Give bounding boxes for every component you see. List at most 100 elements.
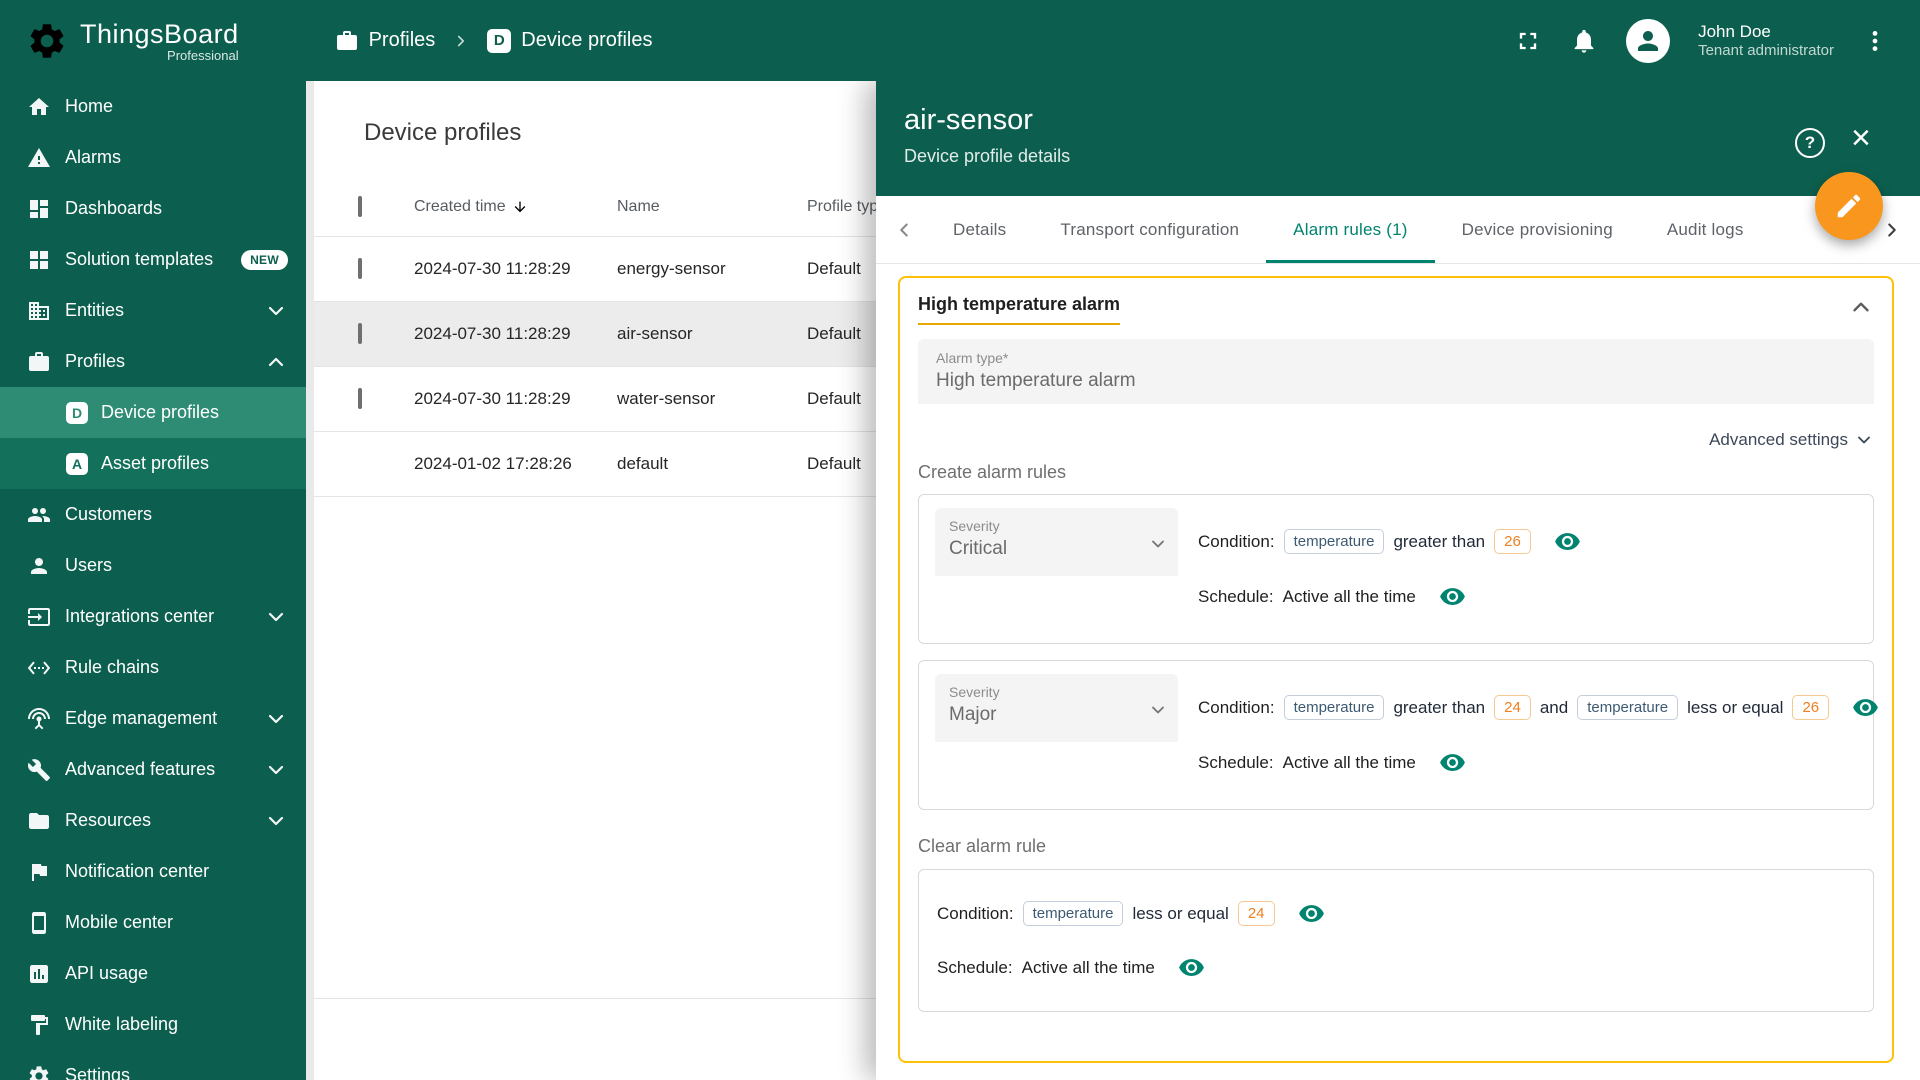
kebab-menu-button[interactable] [1862,28,1888,54]
help-button[interactable]: ? [1795,128,1825,158]
alarm-type-field[interactable]: Alarm type* High temperature alarm [918,339,1874,404]
row-checkbox[interactable] [358,323,362,344]
column-created-time[interactable]: Created time [414,198,617,216]
sidebar-item-entities[interactable]: Entities [0,285,306,336]
severity-value: Critical [949,538,1008,559]
sidebar-item-profiles[interactable]: Profiles [0,336,306,387]
operator-text: greater than [1393,697,1486,717]
sidebar-item-users[interactable]: Users [0,540,306,591]
sidebar-item-label: Edge management [65,708,218,728]
sidebar-item-label: Customers [65,504,153,524]
tab-alarm-rules[interactable]: Alarm rules (1) [1266,196,1436,263]
cell-created: 2024-07-30 11:28:29 [414,324,571,343]
sidebar-item-label: Home [65,96,114,116]
select-all-checkbox[interactable] [358,195,362,217]
tab-details[interactable]: Details [926,196,1033,263]
advanced-settings-toggle[interactable]: Advanced settings [918,430,1874,450]
schedule-row: Schedule: Active all the time [1198,749,1857,776]
drawer-body: High temperature alarm Alarm type* High … [876,264,1920,1063]
sidebar-item-device-profiles[interactable]: D Device profiles [0,387,306,438]
sidebar-scrollbar[interactable] [306,81,314,1080]
table-row[interactable]: 2024-07-30 11:28:29 water-sensor Default [314,367,876,432]
schedule-value: Active all the time [1282,586,1416,606]
view-schedule-button[interactable] [1439,749,1466,776]
sidebar-item-label: Integrations center [65,606,215,626]
row-checkbox[interactable] [358,388,362,409]
chevron-down-icon [264,299,288,323]
column-profile-type[interactable]: Profile type [807,198,876,216]
user-role: Tenant administrator [1698,41,1834,59]
sidebar-item-rule-chains[interactable]: Rule chains [0,642,306,693]
sidebar-item-solution-templates[interactable]: Solution templates NEW [0,234,306,285]
sidebar-item-mobile-center[interactable]: Mobile center [0,897,306,948]
collapse-button[interactable] [1848,294,1874,323]
close-icon[interactable]: × [1851,121,1871,155]
cell-type: Default [807,454,861,473]
sidebar-item-settings[interactable]: Settings [0,1050,306,1080]
create-alarm-rules-label: Create alarm rules [918,462,1067,482]
notifications-button[interactable] [1570,27,1598,55]
thingsboard-logo[interactable]: ThingsBoard Professional [26,19,239,63]
details-drawer: air-sensor Device profile details ? × De… [876,81,1920,1080]
operator-text: greater than [1393,531,1486,551]
value-chip: 24 [1237,901,1275,926]
sidebar-item-home[interactable]: Home [0,81,306,132]
operator-text: less or equal [1687,697,1784,717]
table-row[interactable]: 2024-07-30 11:28:29 air-sensor Default [314,302,876,367]
condition-row: Condition: temperature greater than 26 [1198,528,1581,555]
alarm-rule-critical: Severity Critical Condition: temperature… [918,494,1874,644]
avatar[interactable] [1626,18,1671,63]
drawer-header: air-sensor Device profile details ? × [876,81,1920,196]
alpha-d-icon: D [66,401,88,424]
app-root: ThingsBoard Professional Profiles D Devi… [0,0,1920,1080]
sidebar-item-api-usage[interactable]: API usage [0,948,306,999]
tab-device-provisioning[interactable]: Device provisioning [1435,196,1640,263]
alarm-card-title: High temperature alarm [918,294,1121,325]
severity-select[interactable]: Severity Major [935,674,1178,742]
sidebar-item-label: Advanced features [65,759,216,779]
sidebar-item-edge-management[interactable]: Edge management [0,693,306,744]
briefcase-icon [27,350,51,374]
cell-type: Default [807,259,861,278]
row-checkbox[interactable] [358,258,362,279]
sidebar-item-integrations-center[interactable]: Integrations center [0,591,306,642]
sidebar-item-label: Settings [65,1065,131,1080]
breadcrumb-profiles[interactable]: Profiles [335,29,435,53]
view-condition-button[interactable] [1554,528,1581,555]
table-row[interactable]: 2024-07-30 11:28:29 energy-sensor Defaul… [314,237,876,302]
sidebar-item-label: Device profiles [101,402,220,422]
chevron-up-icon [264,350,288,374]
sidebar-item-notification-center[interactable]: Notification center [0,846,306,897]
sidebar-item-alarms[interactable]: Alarms [0,132,306,183]
view-condition-button[interactable] [1852,694,1879,721]
key-chip: temperature [1022,901,1124,926]
table-row[interactable]: 2024-01-02 17:28:26 default Default [314,432,876,497]
sidebar-item-asset-profiles[interactable]: A Asset profiles [0,438,306,489]
tabs-scroll-left-button[interactable] [882,196,926,263]
sidebar-item-label: Solution templates [65,249,214,269]
view-schedule-button[interactable] [1178,954,1205,981]
key-chip: temperature [1283,695,1385,720]
top-header: ThingsBoard Professional Profiles D Devi… [0,0,1920,81]
value-chip: 26 [1792,695,1830,720]
tab-audit-logs[interactable]: Audit logs [1640,196,1771,263]
sidebar-item-advanced-features[interactable]: Advanced features [0,744,306,795]
logo-gear-icon [26,20,68,62]
sidebar-item-white-labeling[interactable]: White labeling [0,999,306,1050]
sidebar-item-dashboards[interactable]: Dashboards [0,183,306,234]
sidebar-item-customers[interactable]: Customers [0,489,306,540]
sidebar-item-resources[interactable]: Resources [0,795,306,846]
briefcase-icon [335,29,359,53]
view-condition-button[interactable] [1298,900,1325,927]
column-name[interactable]: Name [617,198,807,216]
view-schedule-button[interactable] [1439,583,1466,610]
breadcrumb-device-profiles[interactable]: D Device profiles [487,28,652,53]
cell-type: Default [807,389,861,408]
alarm-type-label: Alarm type* [936,350,1009,366]
fullscreen-button[interactable] [1514,27,1542,55]
tab-transport-configuration[interactable]: Transport configuration [1033,196,1266,263]
edit-fab-button[interactable] [1815,172,1883,240]
clear-alarm-rule-label: Clear alarm rule [918,836,1047,856]
severity-select[interactable]: Severity Critical [935,508,1178,576]
antenna-icon [27,707,51,731]
